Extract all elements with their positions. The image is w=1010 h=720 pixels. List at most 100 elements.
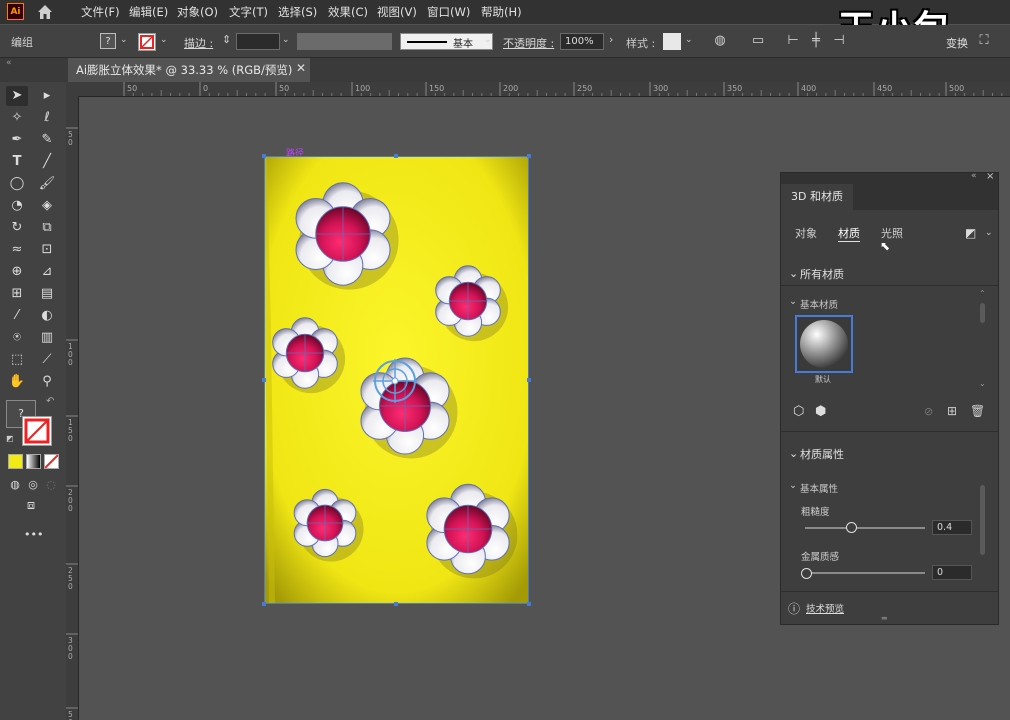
opacity-input[interactable]: 100% xyxy=(560,33,604,50)
type-tool[interactable]: T xyxy=(6,152,28,172)
add-graphic-material-icon[interactable]: ⬢ xyxy=(815,404,826,419)
isolate-icon[interactable]: ⛶ xyxy=(976,33,992,49)
stroke-color-box[interactable] xyxy=(22,416,52,446)
chevron-down-icon[interactable]: ⌄ xyxy=(789,296,797,307)
chevron-down-icon[interactable]: ⌄ xyxy=(685,35,693,45)
scrollbar[interactable] xyxy=(980,303,985,323)
all-materials-heading[interactable]: 所有材质 xyxy=(800,266,844,282)
metallic-slider-track[interactable] xyxy=(805,572,925,574)
metallic-slider-knob[interactable] xyxy=(801,568,812,579)
close-icon[interactable]: × xyxy=(986,171,994,182)
menu-effect[interactable]: 效果(C) xyxy=(328,4,368,20)
stroke-weight-input[interactable] xyxy=(236,33,280,50)
warp-tool[interactable]: ≈ xyxy=(6,240,28,260)
menu-edit[interactable]: 编辑(E) xyxy=(129,4,168,20)
default-colors-icon[interactable]: ◩ xyxy=(6,434,14,443)
resize-handle[interactable] xyxy=(527,602,531,606)
none-mode-icon[interactable] xyxy=(44,454,59,469)
tech-preview-link[interactable]: 技术预览 xyxy=(806,601,844,615)
resize-handle[interactable] xyxy=(394,154,398,158)
shape-builder-tool[interactable]: ⊕ xyxy=(6,262,28,282)
align-center-icon[interactable]: ╪ xyxy=(808,33,824,49)
roughness-value-input[interactable]: 0.4 xyxy=(932,520,972,535)
trash-icon[interactable]: 🗑 xyxy=(970,404,985,418)
scroll-down-icon[interactable]: ⌄ xyxy=(979,379,986,388)
perspective-grid-tool[interactable]: ⊿ xyxy=(36,262,58,282)
delete-disabled-icon[interactable]: ⊘ xyxy=(924,405,933,418)
gradient-mode-icon[interactable] xyxy=(26,454,41,469)
roughness-slider-knob[interactable] xyxy=(846,522,857,533)
recolor-artwork-icon[interactable]: ◍ xyxy=(712,33,728,49)
chevron-down-icon[interactable]: ⌄ xyxy=(120,35,128,45)
resize-handle[interactable] xyxy=(262,378,266,382)
ellipse-tool[interactable]: ◯ xyxy=(6,174,28,194)
brush-definition[interactable]: 基本 xyxy=(400,33,493,50)
zoom-tool[interactable]: ⚲ xyxy=(36,372,58,392)
scroll-up-icon[interactable]: ⌃ xyxy=(979,289,986,298)
collapse-panel-icon[interactable]: « xyxy=(971,171,977,181)
stroke-swatch[interactable] xyxy=(138,33,156,51)
column-graph-tool[interactable]: ▥ xyxy=(36,328,58,348)
stepper-icon[interactable]: ⇕ xyxy=(222,33,231,46)
basic-materials-heading[interactable]: 基本材质 xyxy=(800,297,838,311)
material-properties-heading[interactable]: 材质属性 xyxy=(800,446,844,462)
lasso-tool[interactable]: ℓ xyxy=(36,108,58,128)
color-mode-icon[interactable] xyxy=(8,454,23,469)
3d-rotation-widget-icon[interactable] xyxy=(370,356,420,406)
free-transform-tool[interactable]: ⊡ xyxy=(36,240,58,260)
tab-object[interactable]: 对象 xyxy=(795,225,817,241)
resize-handle[interactable] xyxy=(527,154,531,158)
menu-window[interactable]: 窗口(W) xyxy=(427,4,470,20)
menu-object[interactable]: 对象(O) xyxy=(177,4,218,20)
mesh-tool[interactable]: ⊞ xyxy=(6,284,28,304)
menu-file[interactable]: 文件(F) xyxy=(81,4,120,20)
scrollbar[interactable] xyxy=(980,485,985,555)
render-settings-icon[interactable]: ◩ xyxy=(965,226,976,240)
align-left-icon[interactable]: ⊢ xyxy=(785,33,801,49)
menu-type[interactable]: 文字(T) xyxy=(229,4,268,20)
chevron-down-icon[interactable]: ⌄ xyxy=(160,35,168,45)
metallic-value-input[interactable]: 0 xyxy=(932,565,972,580)
add-material-icon[interactable]: ⬡ xyxy=(793,404,804,419)
direct-selection-tool[interactable]: ▸ xyxy=(36,86,58,106)
draw-inside-icon[interactable]: ◌ xyxy=(40,475,62,495)
resize-handle[interactable] xyxy=(262,602,266,606)
eyedropper-tool[interactable]: ⁄ xyxy=(6,306,28,326)
default-material-swatch[interactable] xyxy=(795,315,853,373)
align-right-icon[interactable]: ⊣ xyxy=(831,33,847,49)
selection-tool[interactable]: ➤ xyxy=(6,86,28,106)
close-icon[interactable]: ✕ xyxy=(296,61,306,75)
curvature-tool[interactable]: ✎ xyxy=(36,130,58,150)
chevron-down-icon[interactable]: ⌄ xyxy=(789,267,798,280)
shaper-tool[interactable]: ◔ xyxy=(6,196,28,216)
chevron-down-icon[interactable]: ⌄ xyxy=(789,480,797,491)
chevron-down-icon[interactable]: ⌄ xyxy=(789,447,798,460)
chevron-right-icon[interactable]: › xyxy=(609,33,613,46)
eraser-tool[interactable]: ◈ xyxy=(36,196,58,216)
tab-materials[interactable]: 材质 xyxy=(838,225,860,242)
menu-help[interactable]: 帮助(H) xyxy=(481,4,522,20)
collapse-toolbar-icon[interactable]: « xyxy=(6,58,12,68)
transform-label[interactable]: 变换 xyxy=(946,35,968,51)
variable-width-profile[interactable] xyxy=(297,33,392,50)
hand-tool[interactable]: ✋ xyxy=(6,372,28,392)
fill-swatch[interactable]: ? xyxy=(100,33,116,49)
pen-tool[interactable]: ✒ xyxy=(6,130,28,150)
symbol-sprayer-tool[interactable]: ⍟ xyxy=(6,328,28,348)
transform-icon[interactable]: ▭ xyxy=(750,33,766,49)
resize-handle[interactable] xyxy=(394,602,398,606)
line-tool[interactable]: ╱ xyxy=(36,152,58,172)
magic-wand-tool[interactable]: ✧ xyxy=(6,108,28,128)
graphic-style-swatch[interactable] xyxy=(663,33,681,50)
scale-tool[interactable]: ⧉ xyxy=(36,218,58,238)
panel-title[interactable]: 3D 和材质 xyxy=(781,184,853,210)
home-icon[interactable] xyxy=(36,3,54,21)
info-icon[interactable]: ⓘ xyxy=(788,600,800,617)
new-material-icon[interactable]: ⊞ xyxy=(947,404,957,418)
screen-mode-icon[interactable]: ⧈ xyxy=(20,496,42,516)
roughness-slider-track[interactable] xyxy=(805,527,925,529)
paintbrush-tool[interactable]: 🖌 xyxy=(36,174,58,194)
chevron-down-icon[interactable]: ⌄ xyxy=(484,35,492,45)
gradient-tool[interactable]: ▤ xyxy=(36,284,58,304)
menu-view[interactable]: 视图(V) xyxy=(377,4,417,20)
